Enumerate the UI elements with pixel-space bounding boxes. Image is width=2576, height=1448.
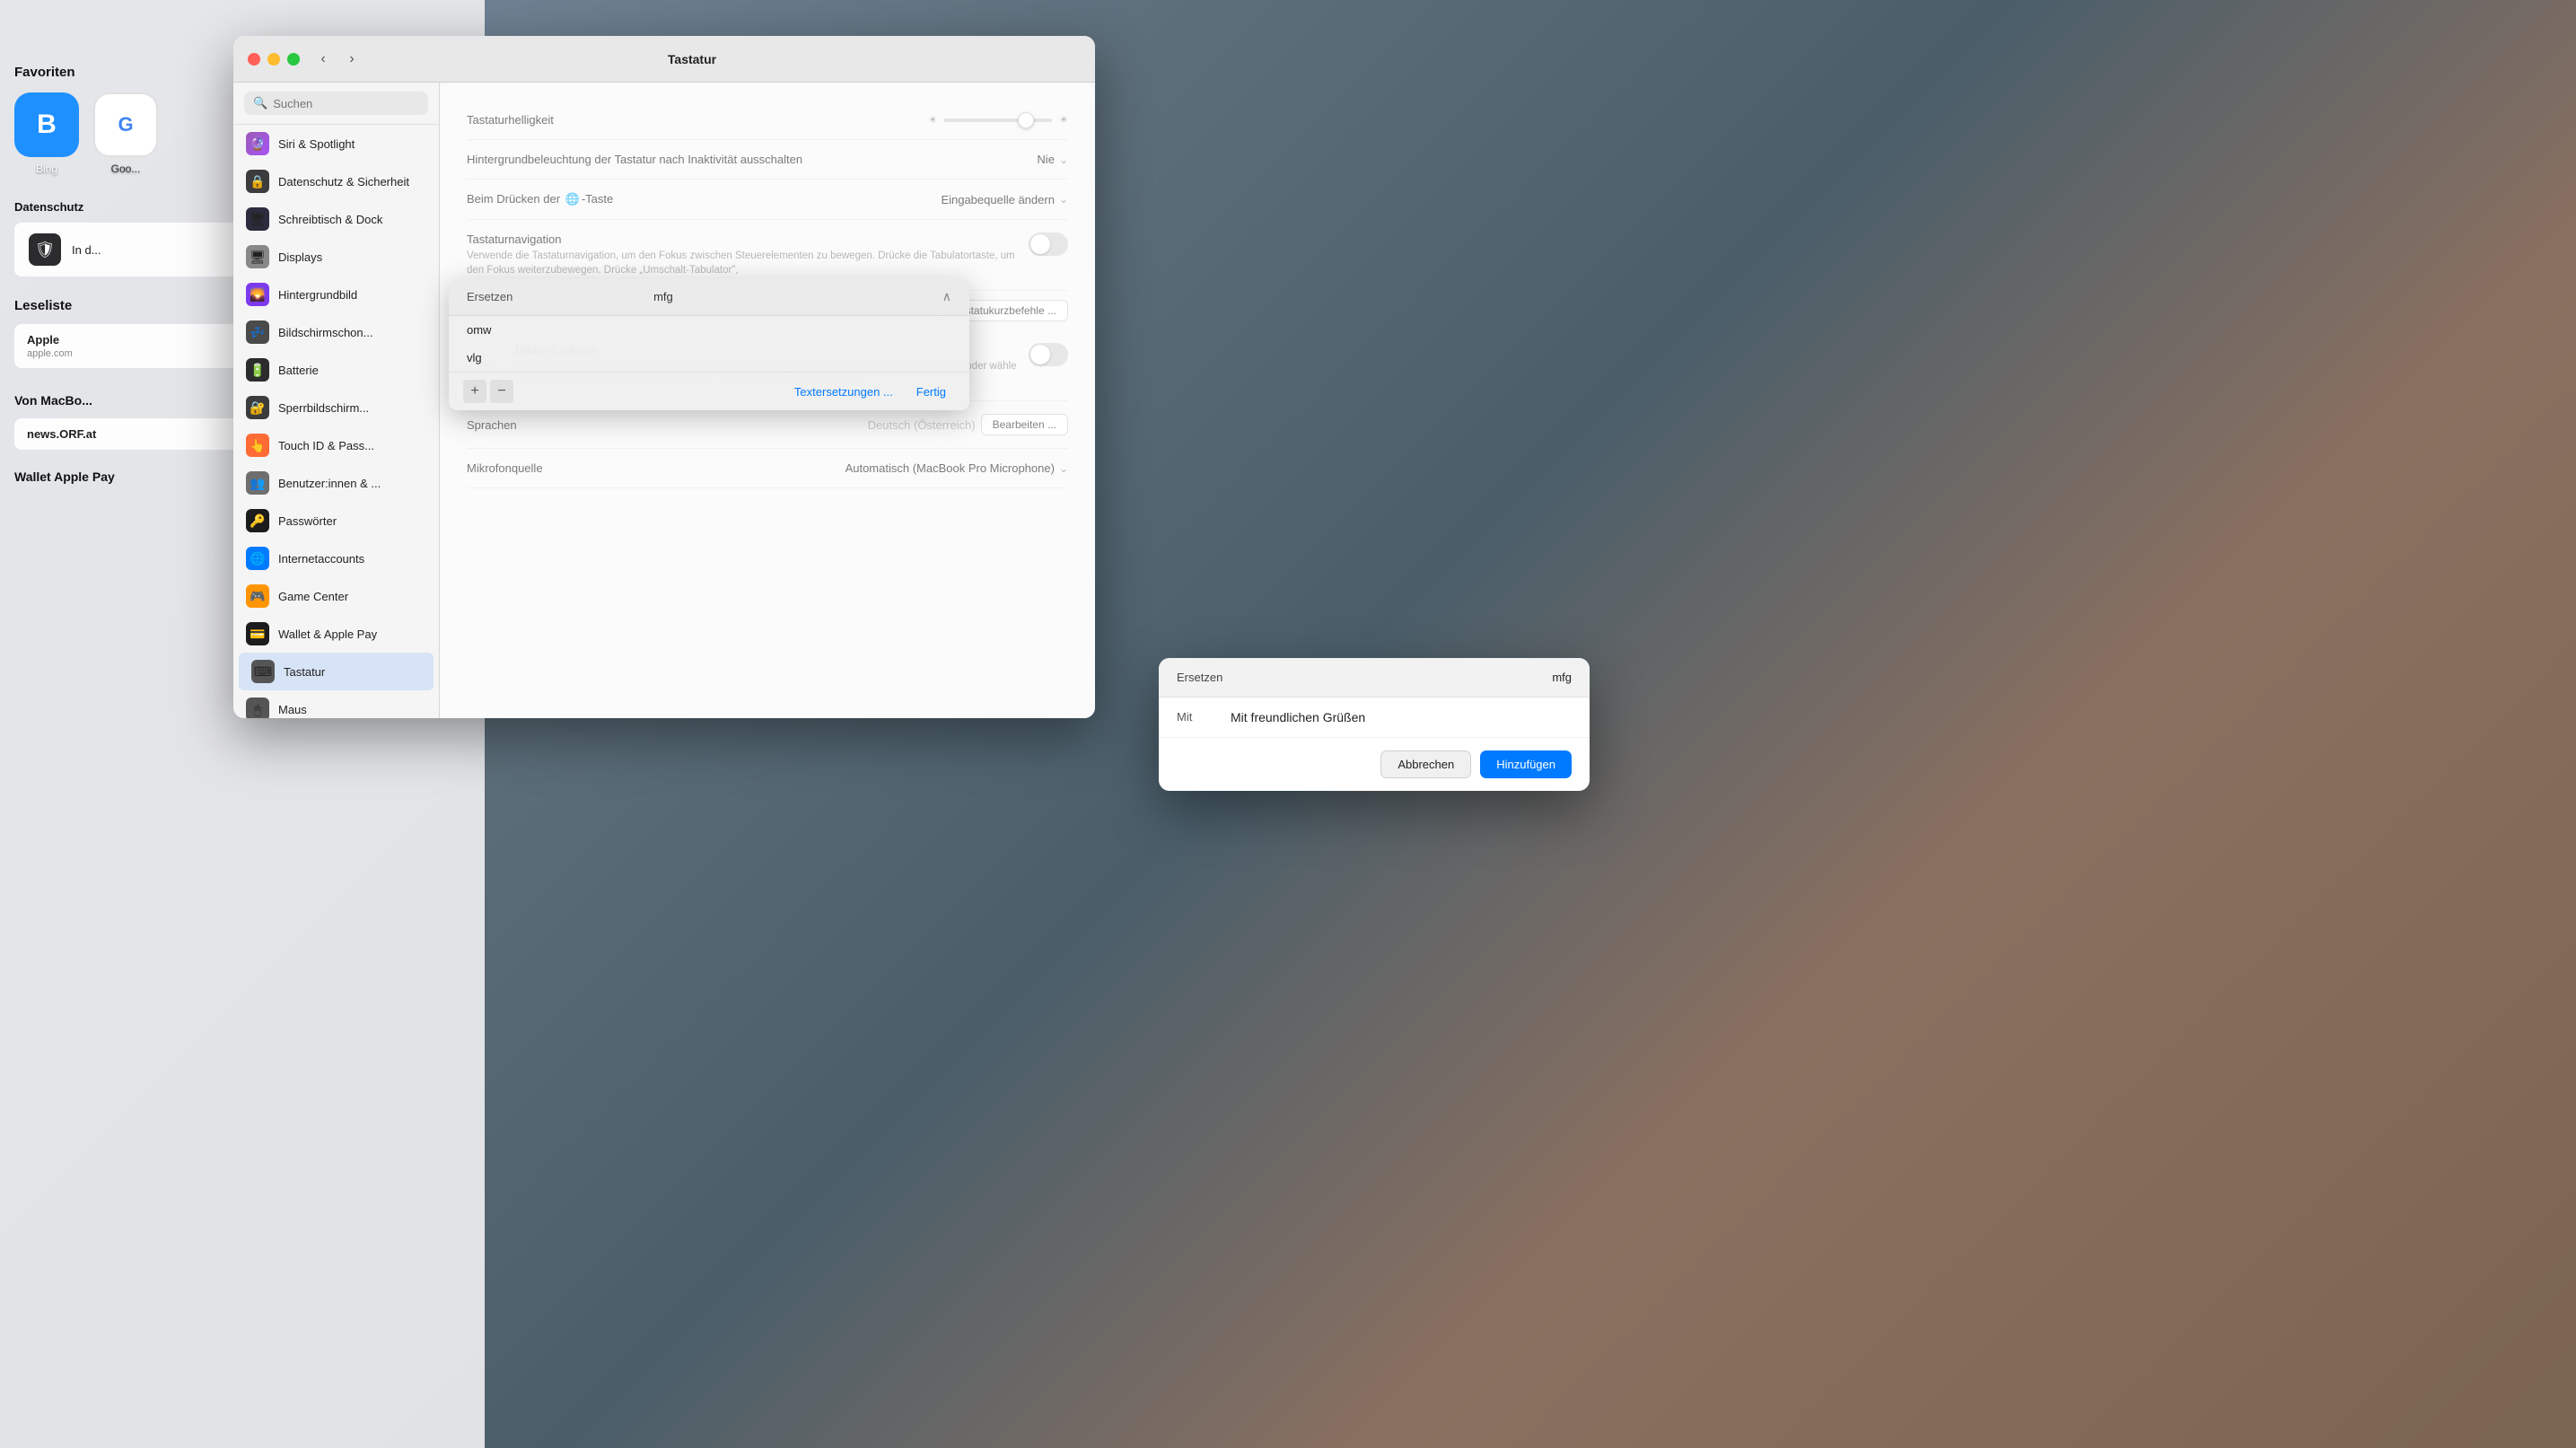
benutzer-label: Benutzer:innen & ...: [278, 477, 381, 490]
traffic-lights: [248, 53, 300, 66]
sidebar-item-sperrbildschirm[interactable]: 🔐 Sperrbildschirm...: [233, 389, 439, 426]
sidebar-item-tastatur[interactable]: ⌨ Tastatur: [239, 653, 434, 690]
siri-label: Siri & Spotlight: [278, 137, 355, 151]
replacement-footer: + − Textersetzungen ... Fertig: [449, 372, 969, 410]
passwoerter-label: Passwörter: [278, 514, 337, 528]
sidebar-item-passwoerter[interactable]: 🔑 Passwörter: [233, 502, 439, 540]
privacy-shield-icon: 🛡: [29, 233, 61, 266]
sidebar-item-internetaccounts[interactable]: 🌐 Internetaccounts: [233, 540, 439, 577]
displays-icon: 🖥: [246, 245, 269, 268]
datenschutz-icon: 🔒: [246, 170, 269, 193]
replacement-panel-header: Ersetzen mfg ∧: [449, 278, 969, 316]
datenschutz-label: Datenschutz & Sicherheit: [278, 175, 409, 189]
hintergrundbild-icon: 🌄: [246, 283, 269, 306]
maximize-button[interactable]: [287, 53, 300, 66]
modal-mit-row: Mit: [1159, 698, 1590, 738]
tastatur-label: Tastatur: [284, 665, 325, 679]
modal-footer: Abbrechen Hinzufügen: [1159, 738, 1590, 791]
sidebar-item-batterie[interactable]: 🔋 Batterie: [233, 351, 439, 389]
gamecenter-label: Game Center: [278, 590, 348, 603]
schreibtisch-label: Schreibtisch & Dock: [278, 213, 382, 226]
chevron-up-icon[interactable]: ∧: [942, 289, 951, 304]
wallet-icon: 💳: [246, 622, 269, 645]
google-label: Goo...: [111, 162, 141, 175]
benutzer-icon: 👥: [246, 471, 269, 495]
app-icon-google[interactable]: G Goo...: [93, 92, 158, 175]
title-bar: ‹ › Tastatur: [233, 36, 1095, 83]
sidebar-item-maus[interactable]: 🖱 Maus: [233, 690, 439, 718]
sperrbildschirm-icon: 🔐: [246, 396, 269, 419]
search-input[interactable]: [273, 97, 419, 110]
batterie-label: Batterie: [278, 364, 319, 377]
bildschirmschon-icon: 💤: [246, 320, 269, 344]
search-icon: 🔍: [253, 96, 267, 110]
internetaccounts-label: Internetaccounts: [278, 552, 364, 566]
preferences-sidebar: 🔍 🔮 Siri & Spotlight 🔒 Datenschutz & Sic…: [233, 83, 440, 718]
gamecenter-icon: 🎮: [246, 584, 269, 608]
sperrbildschirm-label: Sperrbildschirm...: [278, 401, 369, 415]
add-replacement-button[interactable]: +: [463, 380, 486, 403]
modal-mit-input[interactable]: [1231, 710, 1572, 724]
passwoerter-icon: 🔑: [246, 509, 269, 532]
maus-label: Maus: [278, 703, 307, 716]
siri-icon: 🔮: [246, 132, 269, 155]
maus-icon: 🖱: [246, 698, 269, 718]
window-title: Tastatur: [375, 52, 1009, 66]
sidebar-item-wallet[interactable]: 💳 Wallet & Apple Pay: [233, 615, 439, 653]
batterie-icon: 🔋: [246, 358, 269, 382]
omw-label: omw: [467, 323, 491, 337]
internetaccounts-icon: 🌐: [246, 547, 269, 570]
sidebar-item-siri[interactable]: 🔮 Siri & Spotlight: [233, 125, 439, 162]
replacement-panel: Ersetzen mfg ∧ omw vlg + − Textersetzung…: [449, 278, 969, 410]
bildschirmschon-label: Bildschirmschon...: [278, 326, 372, 339]
fertig-button[interactable]: Fertig: [907, 382, 955, 402]
sidebar-item-datenschutz[interactable]: 🔒 Datenschutz & Sicherheit: [233, 162, 439, 200]
sidebar-item-hintergrundbild[interactable]: 🌄 Hintergrundbild: [233, 276, 439, 313]
modal-mit-label: Mit: [1177, 710, 1231, 724]
wallet-label: Wallet & Apple Pay: [278, 627, 377, 641]
google-icon: G: [93, 92, 158, 157]
modal-col-mfg: mfg: [1552, 671, 1572, 684]
minimize-button[interactable]: [267, 53, 280, 66]
textersetzungen-button[interactable]: Textersetzungen ...: [794, 382, 893, 402]
schreibtisch-icon: 🖥: [246, 207, 269, 231]
forward-button[interactable]: ›: [339, 47, 364, 72]
col-mfg-value: mfg: [653, 290, 673, 303]
touchid-icon: 👆: [246, 434, 269, 457]
replacement-row-vlg[interactable]: vlg: [449, 344, 969, 372]
replacement-right-actions: Textersetzungen ... Fertig: [794, 382, 955, 402]
touchid-label: Touch ID & Pass...: [278, 439, 374, 452]
replacement-actions: + −: [463, 380, 513, 403]
sidebar-item-benutzer[interactable]: 👥 Benutzer:innen & ...: [233, 464, 439, 502]
search-bar: 🔍: [233, 83, 439, 125]
bing-icon: B: [14, 92, 79, 157]
cancel-button[interactable]: Abbrechen: [1380, 750, 1471, 778]
modal-col-ersetzen: Ersetzen: [1177, 671, 1222, 684]
replacement-row-omw[interactable]: omw: [449, 316, 969, 344]
hinzufuegen-button[interactable]: Hinzufügen: [1480, 750, 1572, 778]
bing-label: Bing: [36, 162, 57, 175]
vlg-label: vlg: [467, 351, 482, 364]
search-input-wrap: 🔍: [244, 92, 428, 115]
sidebar-item-displays[interactable]: 🖥 Displays: [233, 238, 439, 276]
close-button[interactable]: [248, 53, 260, 66]
displays-label: Displays: [278, 250, 322, 264]
sidebar-item-gamecenter[interactable]: 🎮 Game Center: [233, 577, 439, 615]
replacement-list: omw vlg: [449, 316, 969, 372]
tastatur-icon: ⌨: [251, 660, 275, 683]
app-icon-bing[interactable]: B Bing: [14, 92, 79, 175]
remove-replacement-button[interactable]: −: [490, 380, 513, 403]
sidebar-item-touchid[interactable]: 👆 Touch ID & Pass...: [233, 426, 439, 464]
add-replacement-modal: Ersetzen mfg Mit Abbrechen Hinzufügen: [1159, 658, 1590, 791]
sidebar-item-bildschirmschon[interactable]: 💤 Bildschirmschon...: [233, 313, 439, 351]
modal-header: Ersetzen mfg: [1159, 658, 1590, 698]
col-ersetzen-header: Ersetzen: [467, 290, 513, 303]
replacement-header-right: mfg ∧: [653, 289, 951, 304]
nav-arrows: ‹ ›: [311, 47, 364, 72]
hintergrundbild-label: Hintergrundbild: [278, 288, 357, 302]
sidebar-item-schreibtisch[interactable]: 🖥 Schreibtisch & Dock: [233, 200, 439, 238]
back-button[interactable]: ‹: [311, 47, 336, 72]
